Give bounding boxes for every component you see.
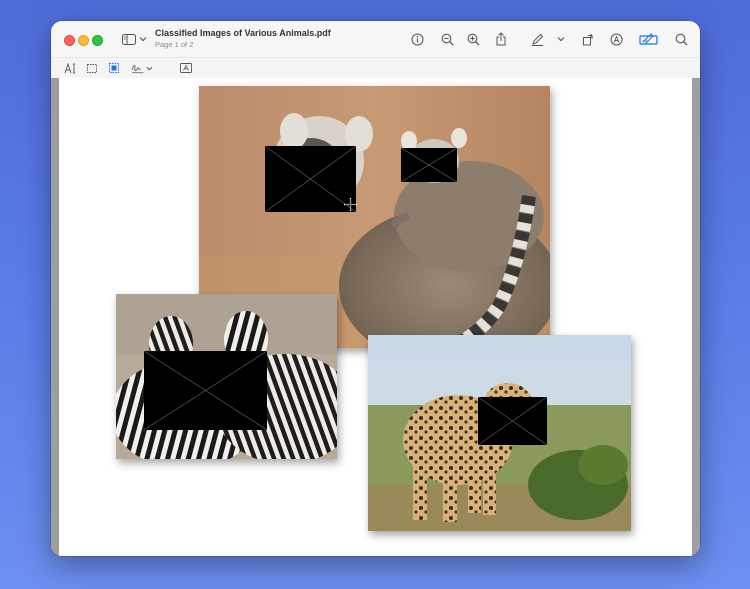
rotate-button[interactable] [580,30,596,48]
close-button[interactable] [64,35,75,46]
pdf-page [59,78,692,556]
search-button[interactable] [673,30,689,48]
preview-window: Classified Images of Various Animals.pdf… [51,21,700,556]
redaction-box[interactable] [401,148,457,182]
minimize-button[interactable] [78,35,89,46]
markup-icon [610,33,622,45]
zoom-button[interactable] [92,35,103,46]
pen-icon [531,33,543,46]
rect-select-icon [87,63,97,73]
title-bar: Classified Images of Various Animals.pdf… [51,21,700,57]
sidebar-toggle-button[interactable] [120,30,148,48]
highlight-menu-button[interactable] [555,30,567,48]
info-button[interactable] [409,30,425,48]
sidebar-icon [121,33,136,45]
share-icon [496,32,506,46]
form-fill-button[interactable] [637,30,659,48]
highlight-button[interactable] [529,30,545,48]
sign-icon [131,64,144,73]
leopard-photo [368,335,631,531]
text-box-icon [180,63,192,73]
rectangular-selection-tool[interactable] [85,61,99,75]
redaction-box[interactable] [478,397,547,445]
sign-tool[interactable] [131,61,153,75]
text-box-tool[interactable] [179,61,193,75]
chevron-down-icon [557,37,565,42]
document-viewport[interactable] [51,78,700,556]
rotate-icon [582,33,593,45]
redaction-box[interactable] [265,146,356,212]
document-title: Classified Images of Various Animals.pdf [155,28,331,38]
markup-toolbar [51,57,700,79]
search-icon [675,33,687,45]
redact-tool-icon [109,63,119,73]
crosshair-cursor-icon [344,198,357,211]
text-selection-tool[interactable] [63,61,77,75]
zoom-in-button[interactable] [465,30,481,48]
chevron-down-icon [146,66,153,70]
markup-button[interactable] [608,30,624,48]
form-fill-icon [638,33,658,45]
share-button[interactable] [493,30,509,48]
zoom-out-icon [441,33,453,45]
text-select-icon [64,62,76,73]
zebra-photo [116,294,337,459]
info-icon [411,33,423,45]
redact-tool[interactable] [107,61,121,75]
zoom-in-icon [467,33,479,45]
chevron-down-icon [139,37,146,42]
zoom-out-button[interactable] [439,30,455,48]
redaction-box[interactable] [144,351,267,430]
page-indicator: Page 1 of 2 [155,40,194,49]
